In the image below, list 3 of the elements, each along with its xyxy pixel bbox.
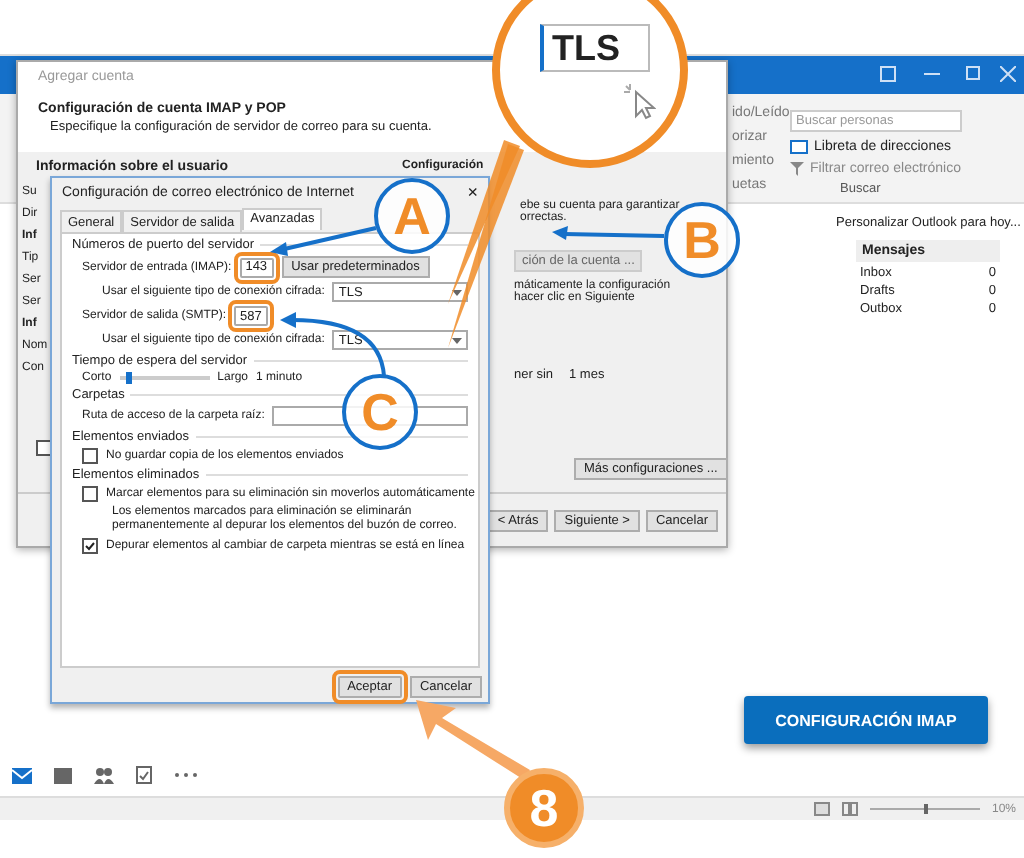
close-button[interactable]: × (467, 186, 478, 200)
magnified-field: TLS (540, 24, 650, 72)
banner: CONFIGURACIÓN IMAP (744, 696, 988, 744)
